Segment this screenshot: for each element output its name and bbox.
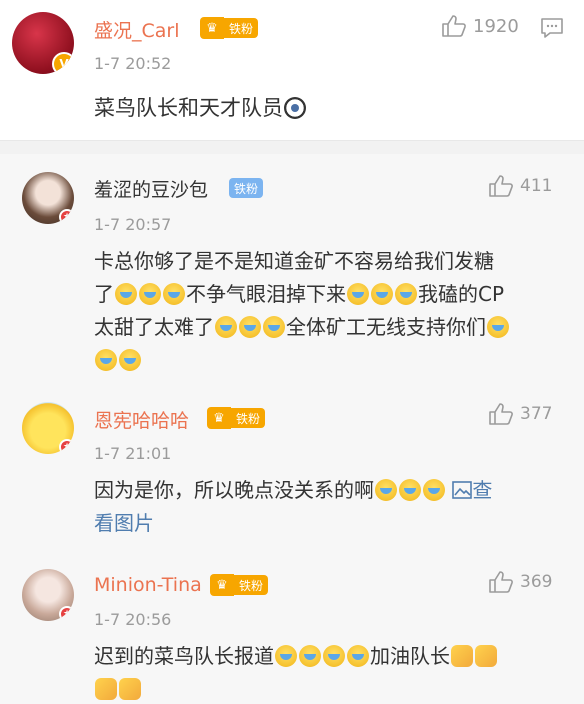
comment-text: 因为是你，所以晚点没关系的啊 查 看图片 — [94, 478, 493, 535]
like-button[interactable]: 377 — [488, 402, 552, 426]
comment-text: 卡总你够了是不是知道金矿不容易给我们发糖 了不争气眼泪掉下来 我磕的CP 太甜了太… — [94, 245, 564, 377]
crying-emoji-icon — [275, 645, 297, 667]
username[interactable]: 恩宪哈哈哈 — [94, 406, 189, 433]
avatar[interactable]: ★ — [22, 402, 74, 454]
view-image-link-continued[interactable]: 看图片 — [94, 511, 154, 535]
shy-emoji-icon — [215, 316, 237, 338]
thumbs-up-icon — [489, 175, 513, 197]
crying-emoji-icon — [299, 645, 321, 667]
crying-emoji-icon — [347, 645, 369, 667]
shy-emoji-icon — [263, 316, 285, 338]
username[interactable]: 盛况_Carl — [94, 16, 180, 43]
crying-emoji-icon — [399, 479, 421, 501]
thumbs-up-icon — [442, 15, 466, 37]
avatar[interactable]: V — [12, 12, 74, 74]
like-button[interactable]: 411 — [488, 174, 552, 198]
cheer-emoji-icon — [487, 316, 509, 338]
like-button[interactable]: 369 — [488, 570, 552, 594]
username[interactable]: 羞涩的豆沙包 — [94, 175, 208, 202]
like-button[interactable]: 1920 — [441, 14, 519, 38]
fan-badge: ♛ 铁粉 — [207, 407, 266, 429]
timestamp: 1-7 20:52 — [94, 54, 172, 73]
timestamp: 1-7 21:01 — [94, 444, 172, 463]
crying-emoji-icon — [163, 283, 185, 305]
comment-icon[interactable] — [540, 16, 564, 40]
crying-emoji-icon — [139, 283, 161, 305]
username[interactable]: Minion-Tina — [94, 574, 202, 596]
comment-text: 菜鸟队长和天才队员 — [94, 92, 307, 125]
flex-emoji-icon — [451, 645, 473, 667]
like-count: 1920 — [473, 15, 519, 37]
member-badge-icon: ★ — [59, 209, 74, 224]
crying-emoji-icon — [395, 283, 417, 305]
thumbs-up-icon — [489, 403, 513, 425]
main-comment: V 盛况_Carl ♛ 铁粉 1920 1-7 20:52 菜鸟队长和天才队员 — [0, 0, 584, 140]
avatar[interactable]: ★ — [22, 569, 74, 621]
crying-emoji-icon — [371, 283, 393, 305]
flex-emoji-icon — [119, 678, 141, 700]
fan-badge: 铁粉 — [229, 177, 264, 199]
cheer-emoji-icon — [119, 349, 141, 371]
verified-v-icon: V — [52, 52, 74, 74]
surprised-emoji-icon — [284, 97, 306, 119]
comment-text: 迟到的菜鸟队长报道 加油队长 — [94, 640, 564, 704]
flex-emoji-icon — [475, 645, 497, 667]
fan-badge: ♛ 铁粉 — [200, 17, 259, 39]
fan-badge: ♛ 铁粉 — [210, 574, 269, 596]
reply-list: ★ 羞涩的豆沙包 铁粉 411 1-7 20:57 卡总你够了是不是知道金矿不容… — [0, 154, 584, 704]
crying-emoji-icon — [347, 283, 369, 305]
section-divider — [0, 140, 584, 154]
like-count: 411 — [520, 176, 553, 196]
avatar[interactable]: ★ — [22, 172, 74, 224]
view-image-link[interactable]: 查 — [452, 478, 492, 502]
like-count: 377 — [520, 404, 553, 424]
crying-emoji-icon — [423, 479, 445, 501]
timestamp: 1-7 20:56 — [94, 610, 172, 629]
crown-icon: ♛ — [207, 407, 231, 429]
crown-icon: ♛ — [210, 574, 234, 596]
shy-emoji-icon — [239, 316, 261, 338]
member-badge-icon: ★ — [59, 606, 74, 621]
crying-emoji-icon — [323, 645, 345, 667]
timestamp: 1-7 20:57 — [94, 215, 172, 234]
image-icon — [452, 481, 473, 499]
crying-emoji-icon — [115, 283, 137, 305]
cheer-emoji-icon — [95, 349, 117, 371]
flex-emoji-icon — [95, 678, 117, 700]
like-count: 369 — [520, 572, 553, 592]
crown-icon: ♛ — [200, 17, 224, 39]
member-badge-icon: ★ — [59, 439, 74, 454]
crying-emoji-icon — [375, 479, 397, 501]
thumbs-up-icon — [489, 571, 513, 593]
